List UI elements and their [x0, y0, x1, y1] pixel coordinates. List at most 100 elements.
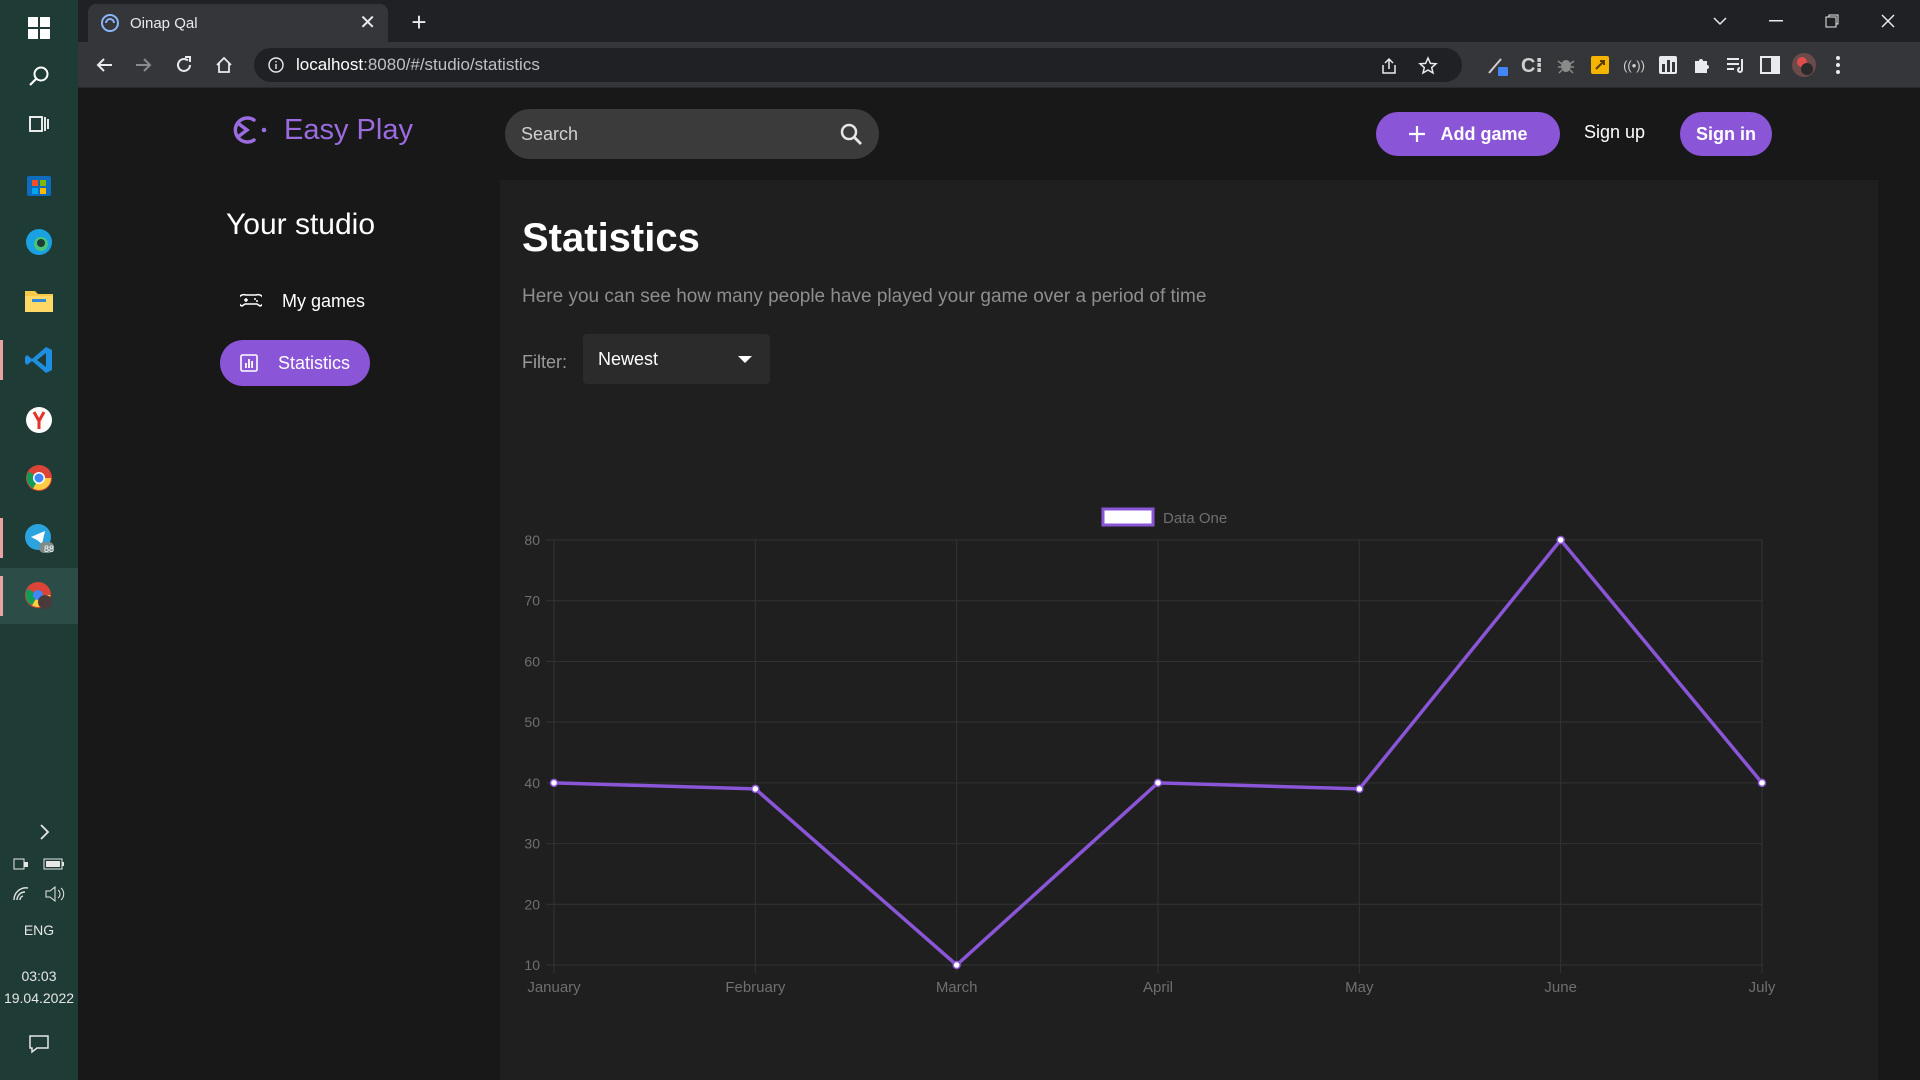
add-game-button[interactable]: Add game [1376, 112, 1560, 156]
x-tick-label: July [1749, 979, 1776, 996]
plus-icon [1409, 126, 1426, 142]
new-tab-icon[interactable]: + [403, 6, 435, 38]
telegram-badge: 88 [44, 544, 55, 554]
y-tick-label: 70 [524, 593, 540, 609]
vscode-icon[interactable] [0, 332, 78, 388]
clock-time[interactable]: 03:03 [0, 966, 78, 986]
system-tray-row [0, 852, 78, 876]
sign-in-button[interactable]: Sign in [1680, 112, 1772, 156]
search-input[interactable] [521, 123, 839, 145]
close-window-icon[interactable] [1860, 0, 1916, 42]
sidebar-title: Your studio [226, 208, 376, 241]
file-explorer-icon[interactable] [0, 272, 78, 328]
y-tick-label: 60 [524, 653, 540, 669]
forward-icon[interactable] [128, 49, 160, 81]
data-point [751, 784, 760, 794]
system-tray-row-2 [0, 882, 78, 906]
telegram-icon[interactable]: 88 [0, 510, 78, 566]
browser-menu-icon[interactable] [1824, 51, 1852, 79]
close-tab-icon[interactable]: ✕ [359, 13, 376, 33]
x-tick-label: April [1143, 979, 1173, 996]
restore-icon[interactable] [1804, 0, 1860, 42]
url-text[interactable]: localhost:8080/#/studio/statistics [296, 55, 540, 75]
side-panel-icon[interactable] [1756, 51, 1784, 79]
chrome-icon[interactable] [0, 450, 78, 506]
y-tick-label: 20 [524, 896, 540, 912]
reading-list-icon[interactable] [1722, 51, 1750, 79]
x-tick-label: June [1544, 979, 1577, 996]
meet-now-icon[interactable] [13, 856, 29, 872]
sidebar-item-my-games[interactable]: My games [220, 278, 370, 324]
sidebar-item-label: Statistics [278, 352, 351, 373]
yandex-browser-icon[interactable] [0, 392, 78, 448]
battery-icon[interactable] [43, 857, 65, 871]
sidebar-item-statistics[interactable]: Statistics [220, 340, 370, 386]
data-point [952, 960, 961, 970]
extension-yellow-icon[interactable] [1586, 51, 1614, 79]
wifi-icon[interactable] [12, 886, 30, 902]
y-tick-label: 50 [524, 714, 540, 730]
share-icon[interactable] [1380, 57, 1398, 75]
site-info-icon[interactable] [268, 57, 284, 73]
logo-text: Easy Play [284, 113, 413, 146]
chevron-right-icon[interactable] [0, 820, 78, 844]
statistics-panel: Statistics Here you can see how many peo… [500, 180, 1878, 1080]
chrome-profile-icon[interactable] [0, 568, 78, 624]
y-tick-label: 10 [524, 957, 540, 973]
extensions-puzzle-icon[interactable] [1688, 51, 1716, 79]
back-icon[interactable] [88, 49, 120, 81]
data-point [1556, 535, 1565, 545]
bookmark-star-icon[interactable] [1418, 56, 1438, 76]
x-tick-label: February [725, 979, 786, 996]
task-view-icon[interactable] [0, 96, 78, 152]
statistics-line-chart: 10 20 30 40 50 60 70 80 January February March Apri… [524, 507, 1776, 996]
extension-c-icon[interactable]: C⁝ [1518, 51, 1546, 79]
web-page: Easy Play Add game Sign up Sign in Your … [78, 88, 1920, 1080]
site-header: Easy Play Add game Sign up Sign in [78, 88, 1920, 180]
sidebar-item-label: My games [282, 290, 366, 311]
y-tick-label: 40 [524, 775, 540, 791]
edge-browser-icon[interactable] [0, 214, 78, 270]
data-point [1355, 784, 1364, 794]
minimize-icon[interactable] [1748, 0, 1804, 42]
y-tick-label: 30 [524, 836, 540, 852]
profile-avatar[interactable] [1790, 51, 1818, 79]
search-bar[interactable] [505, 109, 879, 159]
gamepad-icon [240, 293, 262, 307]
browser-tab[interactable]: Oinap Qal ✕ [88, 4, 388, 42]
legend-swatch [1101, 507, 1155, 527]
home-icon[interactable] [208, 49, 240, 81]
clock-date[interactable]: 19.04.2022 [0, 988, 78, 1008]
browser-toolbar: localhost:8080/#/studio/statistics C⁝ ((… [78, 42, 1920, 88]
studio-sidebar: Your studio My games Statistics [220, 208, 480, 386]
sign-up-button[interactable]: Sign up [1584, 122, 1645, 143]
data-point [549, 778, 559, 788]
windows-taskbar: 88 ENG 03:03 19.04.2022 [0, 0, 78, 1080]
browser-titlebar: Oinap Qal ✕ + [78, 0, 1920, 42]
search-icon[interactable] [839, 122, 863, 146]
language-indicator[interactable]: ENG [0, 918, 78, 942]
add-game-label: Add game [1440, 123, 1528, 144]
microsoft-store-icon[interactable] [0, 156, 78, 212]
extension-wave-icon[interactable]: ((•)) [1620, 51, 1648, 79]
extension-bug-icon[interactable] [1552, 51, 1580, 79]
x-tick-label: May [1345, 979, 1374, 996]
tab-favicon-icon [101, 14, 119, 32]
data-point [1153, 778, 1163, 788]
legend-label: Data One [1163, 510, 1227, 527]
address-bar[interactable]: localhost:8080/#/studio/statistics [254, 48, 1462, 82]
extension-pen-icon[interactable] [1484, 51, 1512, 79]
x-tick-label: March [936, 979, 978, 996]
easy-play-logo-icon [233, 116, 267, 144]
notification-icon[interactable] [0, 1032, 78, 1056]
data-point [1757, 778, 1767, 788]
site-logo[interactable]: Easy Play [228, 112, 413, 148]
y-tick-label: 80 [524, 532, 540, 548]
bar-chart-icon [240, 354, 258, 372]
reload-icon[interactable] [168, 49, 200, 81]
tab-search-chevron-icon[interactable] [1692, 0, 1748, 42]
volume-icon[interactable] [44, 886, 66, 902]
x-tick-label: January [527, 979, 581, 996]
tab-title: Oinap Qal [130, 14, 198, 32]
extension-stats-icon[interactable] [1654, 51, 1682, 79]
